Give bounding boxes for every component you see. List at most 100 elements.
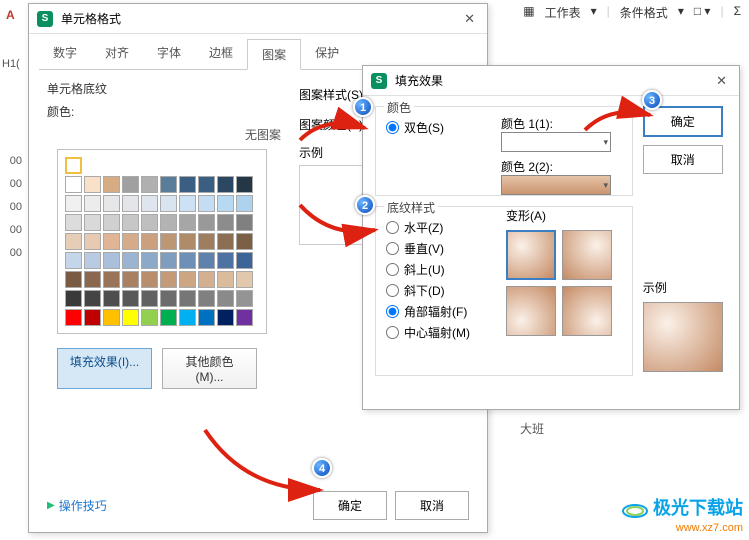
tab-font[interactable]: 字体	[143, 38, 195, 69]
color-swatch[interactable]	[122, 309, 139, 326]
fill-effects-button[interactable]: 填充效果(I)...	[57, 348, 152, 389]
color-swatch[interactable]	[122, 195, 139, 212]
color-swatch[interactable]	[84, 195, 101, 212]
color-swatch[interactable]	[65, 214, 82, 231]
color-swatch[interactable]	[103, 195, 120, 212]
color-swatch[interactable]	[103, 290, 120, 307]
color-swatch[interactable]	[84, 290, 101, 307]
color-swatch[interactable]	[217, 309, 234, 326]
color-swatch[interactable]	[217, 252, 234, 269]
color-swatch[interactable]	[103, 214, 120, 231]
color-swatch[interactable]	[236, 252, 253, 269]
color-swatch[interactable]	[65, 233, 82, 250]
color-swatch[interactable]	[141, 233, 158, 250]
color-swatch[interactable]	[141, 214, 158, 231]
color-swatch[interactable]	[103, 252, 120, 269]
sigma-icon[interactable]: Σ	[734, 4, 741, 21]
color-swatch[interactable]	[179, 195, 196, 212]
variant-3[interactable]	[506, 286, 556, 336]
color-swatch[interactable]	[84, 271, 101, 288]
color-swatch[interactable]	[179, 271, 196, 288]
color-swatch[interactable]	[141, 195, 158, 212]
swatch-none[interactable]	[65, 157, 82, 174]
color-swatch[interactable]	[103, 233, 120, 250]
variant-4[interactable]	[562, 286, 612, 336]
color-swatch[interactable]	[236, 309, 253, 326]
color-swatch[interactable]	[84, 176, 101, 193]
color-swatch[interactable]	[179, 252, 196, 269]
color-swatch[interactable]	[141, 309, 158, 326]
color-swatch[interactable]	[179, 233, 196, 250]
color-swatch[interactable]	[179, 309, 196, 326]
color2-select[interactable]: ▾	[501, 175, 611, 195]
color-swatch[interactable]	[160, 309, 177, 326]
color-swatch[interactable]	[65, 252, 82, 269]
tab-border[interactable]: 边框	[195, 38, 247, 69]
color-swatch[interactable]	[217, 290, 234, 307]
color-swatch[interactable]	[198, 176, 215, 193]
color-swatch[interactable]	[122, 214, 139, 231]
color-swatch[interactable]	[160, 233, 177, 250]
color-swatch[interactable]	[65, 176, 82, 193]
color-swatch[interactable]	[179, 290, 196, 307]
color-swatch[interactable]	[103, 309, 120, 326]
color-swatch[interactable]	[84, 233, 101, 250]
color-swatch[interactable]	[65, 290, 82, 307]
color-swatch[interactable]	[103, 271, 120, 288]
close-icon[interactable]: ✕	[460, 11, 479, 27]
color-swatch[interactable]	[217, 271, 234, 288]
color-swatch[interactable]	[217, 176, 234, 193]
color-swatch[interactable]	[179, 214, 196, 231]
color-swatch[interactable]	[122, 233, 139, 250]
cancel-button[interactable]: 取消	[395, 491, 469, 520]
color-swatch[interactable]	[160, 214, 177, 231]
color-swatch[interactable]	[198, 195, 215, 212]
color-swatch[interactable]	[217, 195, 234, 212]
close-icon[interactable]: ✕	[712, 73, 731, 89]
color-swatch[interactable]	[236, 290, 253, 307]
tab-number[interactable]: 数字	[39, 38, 91, 69]
color-swatch[interactable]	[141, 271, 158, 288]
color-swatch[interactable]	[141, 176, 158, 193]
color-swatch[interactable]	[217, 214, 234, 231]
color-swatch[interactable]	[141, 290, 158, 307]
color-swatch[interactable]	[198, 252, 215, 269]
color-swatch[interactable]	[160, 252, 177, 269]
color-swatch[interactable]	[198, 214, 215, 231]
color-swatch[interactable]	[198, 233, 215, 250]
color-swatch[interactable]	[122, 252, 139, 269]
color-swatch[interactable]	[198, 271, 215, 288]
color-swatch[interactable]	[198, 290, 215, 307]
fill-cancel-button[interactable]: 取消	[643, 145, 723, 174]
cond-format-menu[interactable]: 条件格式	[620, 4, 668, 21]
color-swatch[interactable]	[65, 271, 82, 288]
color-swatch[interactable]	[122, 176, 139, 193]
color-swatch[interactable]	[198, 309, 215, 326]
color-swatch[interactable]	[84, 309, 101, 326]
color-swatch[interactable]	[160, 176, 177, 193]
tab-pattern[interactable]: 图案	[247, 39, 301, 70]
color-swatch[interactable]	[236, 176, 253, 193]
other-colors-button[interactable]: 其他颜色(M)...	[162, 348, 257, 389]
border-icon[interactable]: □ ▾	[694, 4, 711, 21]
color-swatch[interactable]	[160, 271, 177, 288]
color-swatch[interactable]	[65, 195, 82, 212]
color-swatch[interactable]	[217, 233, 234, 250]
sheet-menu[interactable]: 工作表	[545, 4, 581, 21]
color-swatch[interactable]	[179, 176, 196, 193]
color-swatch[interactable]	[122, 290, 139, 307]
color-swatch[interactable]	[65, 309, 82, 326]
color-swatch[interactable]	[122, 271, 139, 288]
color-swatch[interactable]	[160, 290, 177, 307]
tab-align[interactable]: 对齐	[91, 38, 143, 69]
color-swatch[interactable]	[84, 252, 101, 269]
variant-2[interactable]	[562, 230, 612, 280]
color-swatch[interactable]	[236, 195, 253, 212]
tab-protect[interactable]: 保护	[301, 38, 353, 69]
color-swatch[interactable]	[103, 176, 120, 193]
variant-1[interactable]	[506, 230, 556, 280]
color-swatch[interactable]	[236, 214, 253, 231]
color-swatch[interactable]	[236, 271, 253, 288]
color-swatch[interactable]	[236, 233, 253, 250]
color-swatch[interactable]	[84, 214, 101, 231]
